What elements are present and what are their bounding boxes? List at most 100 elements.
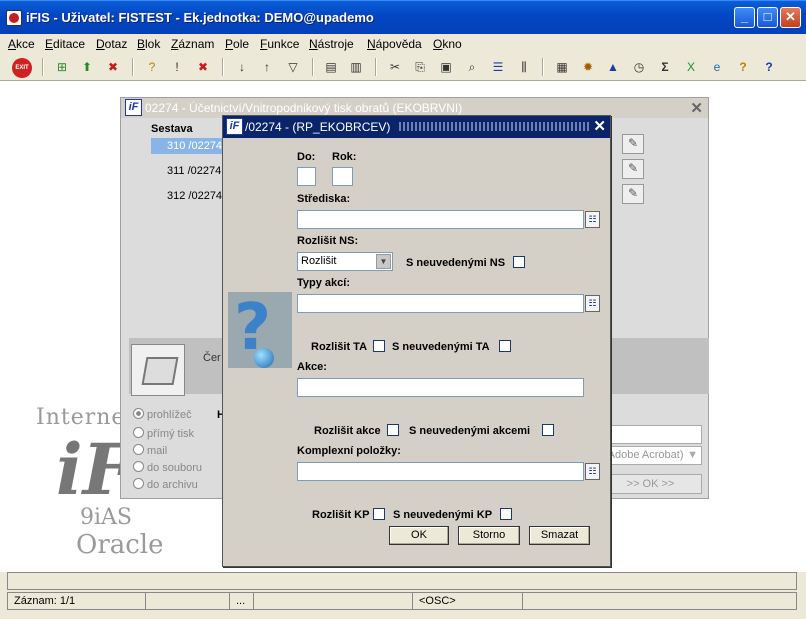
triangle-icon[interactable]: ▲ xyxy=(604,58,622,76)
settings-icon[interactable]: ✹ xyxy=(579,58,597,76)
status-cell xyxy=(254,593,413,609)
ifis-icon: iF xyxy=(226,118,243,135)
cut-icon[interactable]: ✂ xyxy=(386,58,404,76)
dialog-close-icon[interactable]: ✕ xyxy=(593,117,606,135)
cancel-query-icon[interactable]: ✖ xyxy=(194,58,212,76)
do-label: Do: xyxy=(297,151,316,163)
message-bar xyxy=(7,572,797,590)
menu-nastroje[interactable]: Nástroje xyxy=(309,37,354,51)
toolbar-separator xyxy=(375,58,377,76)
exit-button[interactable]: EXIT xyxy=(12,58,32,78)
status-ellipsis: ... xyxy=(230,593,254,609)
rozlisit-akce-label: Rozlišit akce xyxy=(314,425,381,437)
menu-pole[interactable]: Pole xyxy=(225,37,249,51)
print-icon[interactable]: ▤ xyxy=(322,58,340,76)
sestava-row[interactable]: 310 /02274 xyxy=(151,138,231,154)
menu-editace[interactable]: Editace xyxy=(45,37,85,51)
title-bar: iFIS - Uživatel: FISTEST - Ek.jednotka: … xyxy=(0,0,806,34)
rozlisit-kp-checkbox[interactable] xyxy=(373,508,385,520)
logo-9ias: 9iAS xyxy=(80,505,132,530)
report-window-close-icon[interactable]: ✕ xyxy=(690,99,703,117)
sestava-row[interactable]: 312 /02274 xyxy=(151,188,231,204)
menu-blok[interactable]: Blok xyxy=(137,37,160,51)
smazat-button[interactable]: Smazat xyxy=(529,526,590,545)
rozlisit-ns-label: Rozlišit NS: xyxy=(297,235,359,247)
rozlisit-akce-checkbox[interactable] xyxy=(387,424,399,436)
sestava-row[interactable]: 311 /02274 xyxy=(151,163,231,179)
context-help-icon[interactable]: ? xyxy=(760,58,778,76)
edit-icon[interactable] xyxy=(622,184,644,204)
sort-ascending-icon[interactable]: ↓ xyxy=(233,58,251,76)
list-of-values-icon[interactable]: ☷ xyxy=(585,295,600,312)
record-count: Záznam: 1/1 xyxy=(8,593,146,609)
radio-mail[interactable]: mail xyxy=(133,444,167,460)
rozlisit-ns-select[interactable]: Rozlišit ▼ xyxy=(297,252,393,271)
rozlisit-ta-label: Rozlišit TA xyxy=(311,341,368,353)
copy-icon[interactable]: ⎘ xyxy=(411,58,429,76)
edit-icon[interactable] xyxy=(622,134,644,154)
menu-zaznam[interactable]: Záznam xyxy=(171,37,214,51)
enter-query-icon[interactable]: ? xyxy=(143,58,161,76)
typy-akci-field[interactable] xyxy=(297,294,584,313)
insert-record-icon[interactable]: ⊞ xyxy=(53,58,71,76)
radio-do-souboru[interactable]: do souboru xyxy=(133,461,202,477)
rok-label: Rok: xyxy=(332,151,357,163)
delete-record-icon[interactable]: ✖ xyxy=(104,58,122,76)
calendar-icon[interactable]: ▦ xyxy=(553,58,571,76)
minimize-button[interactable]: _ xyxy=(734,7,755,28)
s-neuvedenymi-ns-checkbox[interactable] xyxy=(513,256,525,268)
rozlisit-ta-checkbox[interactable] xyxy=(373,340,385,352)
logo-if-icon: iF xyxy=(56,428,133,511)
find-icon[interactable]: ⌕ xyxy=(463,58,481,76)
menu-akce[interactable]: Akce xyxy=(8,37,35,51)
ok-button[interactable]: OK xyxy=(389,526,449,545)
sum-icon[interactable]: Σ xyxy=(656,58,674,76)
globe-icon xyxy=(254,348,274,368)
clock-icon[interactable]: ◷ xyxy=(630,58,648,76)
menu-napoveda[interactable]: Nápověda xyxy=(367,37,422,51)
s-neuvedenymi-ta-checkbox[interactable] xyxy=(499,340,511,352)
menu-okno[interactable]: Okno xyxy=(433,37,462,51)
akce-field[interactable] xyxy=(297,378,584,397)
list-of-values-icon[interactable]: ☷ xyxy=(585,463,600,480)
radio-do-archivu[interactable]: do archivu xyxy=(133,478,198,494)
s-neuvedenymi-ta-label: S neuvedenými TA xyxy=(392,341,490,353)
toolbar-separator xyxy=(42,58,44,76)
output-field[interactable] xyxy=(599,425,702,444)
paste-icon[interactable]: ▣ xyxy=(437,58,455,76)
ifis-icon: iF xyxy=(125,99,142,116)
toolbar-separator xyxy=(132,58,134,76)
storno-button[interactable]: Storno xyxy=(458,526,520,545)
excel-icon[interactable]: X xyxy=(682,58,700,76)
columns-icon[interactable]: ⫼ xyxy=(515,58,533,76)
strediska-field[interactable] xyxy=(297,210,584,229)
rok-field[interactable] xyxy=(332,167,353,186)
s-neuvedenymi-akcemi-checkbox[interactable] xyxy=(542,424,554,436)
menu-funkce[interactable]: Funkce xyxy=(260,37,299,51)
do-field[interactable] xyxy=(297,167,316,186)
typy-akci-label: Typy akcí: xyxy=(297,277,350,289)
sort-descending-icon[interactable]: ↑ xyxy=(258,58,276,76)
maximize-button[interactable]: □ xyxy=(757,7,778,28)
radio-prohlizec[interactable]: prohlížeč xyxy=(133,408,192,424)
print-preview-icon[interactable]: ▥ xyxy=(347,58,365,76)
help-illustration: ? xyxy=(228,292,292,368)
edit-icon[interactable] xyxy=(622,159,644,179)
help-icon[interactable]: ? xyxy=(734,58,752,76)
report-ok-button[interactable]: >> OK >> xyxy=(599,474,702,494)
save-icon[interactable]: ⬆ xyxy=(78,58,96,76)
komplexni-polozky-field[interactable] xyxy=(297,462,584,481)
filter-icon[interactable]: ▽ xyxy=(284,58,302,76)
close-button[interactable]: ✕ xyxy=(780,7,801,28)
radio-primy-tisk[interactable]: přímý tisk xyxy=(133,427,194,443)
list-icon[interactable]: ☰ xyxy=(489,58,507,76)
list-of-values-icon[interactable]: ☷ xyxy=(585,211,600,228)
status-mode: <OSC> xyxy=(413,593,523,609)
execute-query-icon[interactable]: ! xyxy=(168,58,186,76)
dialog-titlebar: iF /02274 - (RP_EKOBRCEV) ✕ xyxy=(223,116,610,138)
browser-icon[interactable]: e xyxy=(708,58,726,76)
menu-dotaz[interactable]: Dotaz xyxy=(96,37,127,51)
printer-select[interactable]: (Adobe Acrobat) ▼ xyxy=(599,446,702,465)
s-neuvedenymi-kp-checkbox[interactable] xyxy=(500,508,512,520)
toolbar-separator xyxy=(312,58,314,76)
